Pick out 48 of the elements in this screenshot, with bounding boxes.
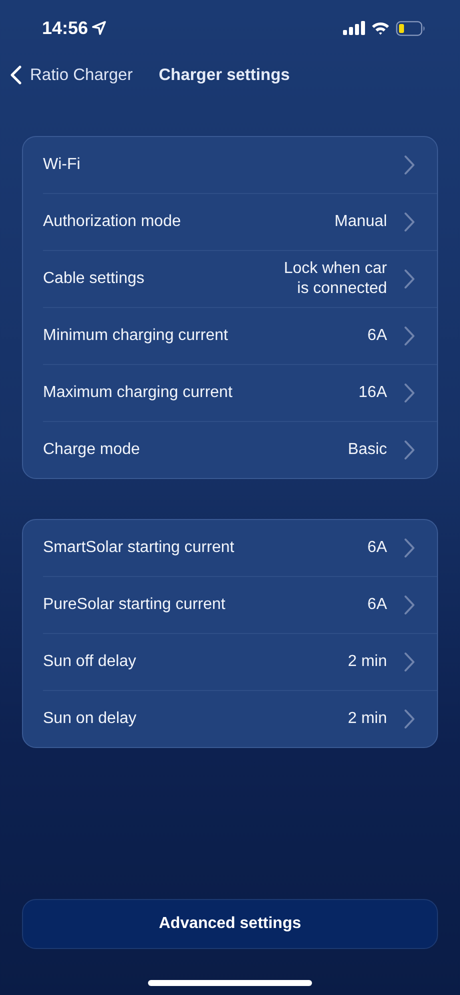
settings-row[interactable]: Maximum charging current 16A	[43, 365, 437, 422]
setting-value: Lock when car is connected	[284, 259, 387, 299]
settings-row[interactable]: Sun off delay 2 min	[43, 634, 437, 691]
setting-label: Cable settings	[43, 270, 146, 288]
setting-value: 6A	[367, 538, 387, 558]
chevron-right-icon	[404, 709, 415, 729]
chevron-left-icon	[10, 65, 22, 85]
settings-row[interactable]: Minimum charging current 6A	[43, 308, 437, 365]
location-arrow-icon	[92, 21, 106, 35]
setting-value: 16A	[358, 383, 387, 403]
setting-value: 2 min	[348, 652, 387, 672]
settings-row[interactable]: Charge mode Basic	[43, 422, 437, 478]
battery-icon	[396, 20, 426, 36]
chevron-right-icon	[404, 326, 415, 346]
chevron-right-icon	[404, 652, 415, 672]
setting-label: Charge mode	[43, 441, 141, 459]
setting-value: Basic	[348, 440, 387, 460]
chevron-right-icon	[404, 440, 415, 460]
settings-row[interactable]: Sun on delay 2 min	[43, 691, 437, 747]
back-button[interactable]: Ratio Charger	[10, 65, 133, 85]
chevron-right-icon	[404, 155, 415, 175]
chevron-right-icon	[404, 595, 415, 615]
setting-label: SmartSolar starting current	[43, 539, 236, 557]
screen-title: Charger settings	[158, 66, 290, 84]
wifi-icon	[371, 21, 390, 35]
setting-label: Maximum charging current	[43, 384, 234, 402]
setting-value: Manual	[334, 212, 387, 232]
chevron-right-icon	[404, 269, 415, 289]
settings-row[interactable]: Wi-Fi	[43, 137, 437, 194]
chevron-right-icon	[404, 212, 415, 232]
settings-row[interactable]: SmartSolar starting current 6A	[43, 520, 437, 577]
settings-row[interactable]: Authorization mode Manual	[43, 194, 437, 251]
advanced-settings-button[interactable]: Advanced settings	[22, 899, 438, 949]
chevron-right-icon	[404, 383, 415, 403]
settings-row[interactable]: PureSolar starting current 6A	[43, 577, 437, 634]
setting-value: 6A	[367, 326, 387, 346]
setting-label: Authorization mode	[43, 213, 182, 231]
setting-value: 2 min	[348, 709, 387, 729]
status-time: 14:56	[42, 18, 88, 38]
setting-label: Sun on delay	[43, 710, 138, 728]
setting-value: 6A	[367, 595, 387, 615]
setting-label: PureSolar starting current	[43, 596, 226, 614]
setting-label: Sun off delay	[43, 653, 138, 671]
setting-label: Wi-Fi	[43, 156, 82, 174]
setting-label: Minimum charging current	[43, 327, 229, 345]
chevron-right-icon	[404, 538, 415, 558]
settings-row[interactable]: Cable settings Lock when car is connected	[43, 251, 437, 308]
signal-icon	[343, 21, 365, 35]
